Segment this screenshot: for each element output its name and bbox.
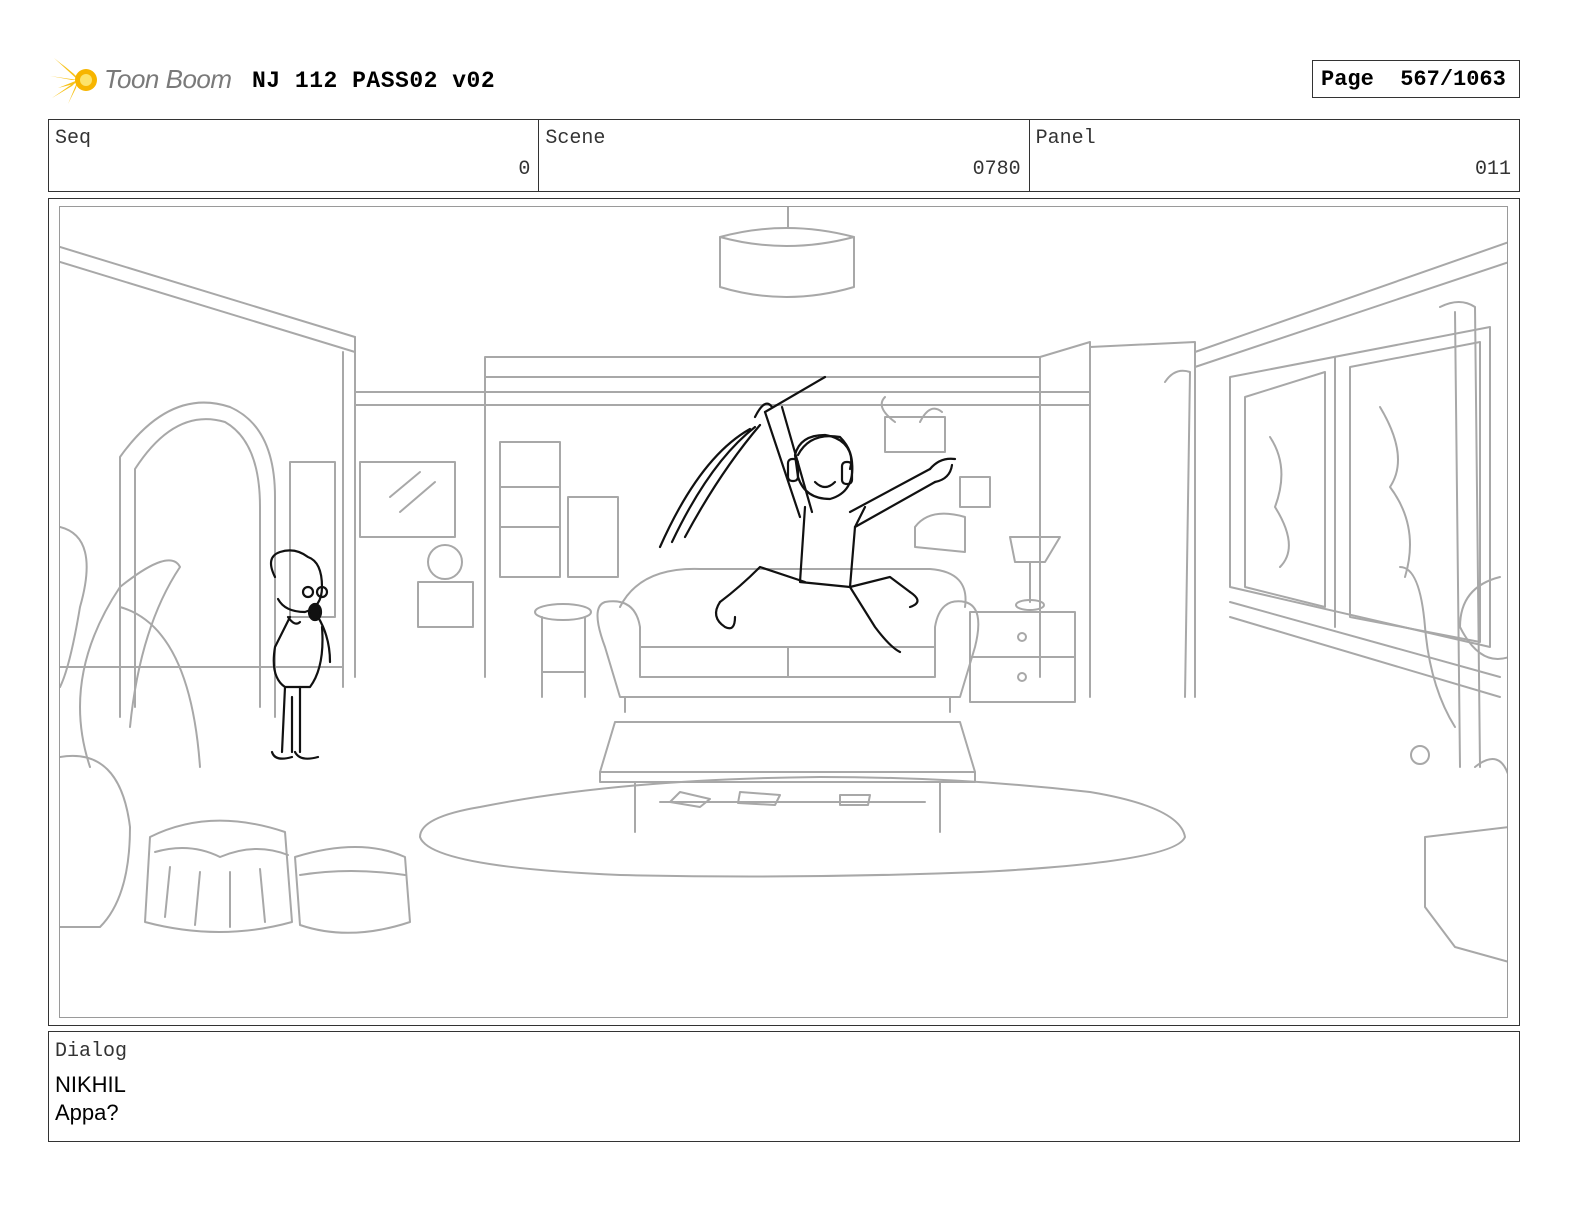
scene-cell: Scene 0780	[539, 120, 1030, 191]
character-kid	[269, 549, 332, 760]
broom	[658, 375, 827, 549]
back-wall	[354, 356, 1091, 678]
scene-label: Scene	[545, 127, 606, 150]
storyboard-panel-frame	[48, 198, 1520, 1026]
seq-label: Seq	[55, 127, 92, 150]
stool	[534, 603, 592, 698]
storyboard-panel	[59, 206, 1508, 1018]
seq-cell: Seq 0	[49, 120, 540, 191]
scene-info-row: Seq 0 Scene 0780 Panel 011	[48, 119, 1520, 192]
page-header: Toon Boom NJ 112 PASS02 v02 Page 567/106…	[48, 52, 1520, 112]
document-title: NJ 112 PASS02 v02	[252, 68, 496, 94]
dialog-line: Appa?	[55, 1100, 119, 1125]
sofa	[596, 567, 980, 713]
rug	[419, 776, 1186, 878]
dialog-speaker: NIKHIL	[55, 1072, 126, 1097]
left-plant	[60, 526, 201, 928]
toon-boom-logo: Toon Boom	[48, 52, 238, 108]
panel-label: Panel	[1035, 127, 1096, 150]
left-wall	[60, 246, 356, 718]
page-indicator: Page 567/1063	[1312, 60, 1520, 98]
side-table-lamp	[969, 536, 1076, 703]
panel-value: 011	[1474, 158, 1511, 181]
character-jumping-man	[714, 405, 957, 654]
poufs	[144, 819, 411, 934]
storyboard-sketch	[60, 207, 1507, 963]
dialog-label: Dialog	[55, 1040, 128, 1063]
right-plant	[1399, 566, 1507, 963]
logo-text: Toon Boom	[104, 64, 232, 94]
seq-value: 0	[518, 158, 531, 181]
dialog-box: Dialog NIKHIL Appa?	[48, 1031, 1520, 1142]
ceiling-lamp	[719, 207, 855, 298]
star-burst-icon	[50, 58, 97, 104]
scene-value: 0780	[972, 158, 1021, 181]
panel-cell: Panel 011	[1030, 120, 1519, 191]
